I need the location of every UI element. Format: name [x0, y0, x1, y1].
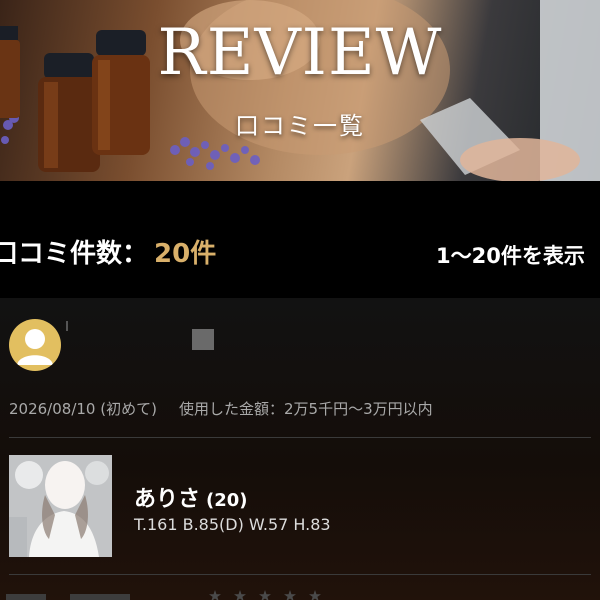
cast-age: (20)	[206, 490, 248, 511]
rating-row	[0, 588, 600, 600]
review-page: REVIEW 口コミ一覧 口コミ件数： 20件 1〜20件を表示 2026/08/…	[0, 0, 600, 600]
review-card[interactable]: 2026/08/10 (初めて) 使用した金額：2万5千円〜3万円以内 ありさ (2…	[0, 298, 600, 600]
cast-name: ありさ	[134, 487, 201, 512]
divider	[9, 437, 591, 438]
cast-name-line: ありさ (20)	[134, 481, 248, 513]
review-count-bar: 口コミ件数： 20件 1〜20件を表示	[0, 181, 600, 298]
amount-label: 使用した金額：	[178, 400, 284, 418]
star-icon	[209, 590, 221, 600]
user-avatar-icon	[9, 319, 61, 371]
visit-type: (初めて)	[100, 400, 157, 418]
hero-title: REVIEW	[157, 16, 443, 90]
star-icon	[309, 590, 321, 600]
star-icon	[284, 590, 296, 600]
redacted-badge	[192, 329, 214, 350]
review-meta: 2026/08/10 (初めて) 使用した金額：2万5千円〜3万円以内	[9, 398, 433, 419]
review-count-value: 20件	[154, 239, 217, 269]
hero-banner: REVIEW 口コミ一覧	[0, 0, 600, 181]
star-icon	[259, 590, 271, 600]
review-count-label: 口コミ件数：	[0, 239, 149, 269]
display-range-text: 1〜20件を表示	[436, 244, 585, 268]
cast-photo[interactable]	[9, 455, 112, 557]
star-icon	[234, 590, 246, 600]
rating-label-stub	[70, 594, 130, 600]
redacted-username	[66, 321, 68, 331]
review-date: 2026/08/10	[9, 400, 96, 418]
cast-stats: T.161 B.85(D) W.57 H.83	[134, 515, 331, 534]
hero-subtitle: 口コミ一覧	[235, 112, 365, 140]
rating-label-stub	[6, 594, 46, 600]
divider	[9, 574, 591, 575]
amount-value: 2万5千円〜3万円以内	[283, 400, 433, 418]
review-count: 口コミ件数： 20件	[0, 233, 216, 270]
